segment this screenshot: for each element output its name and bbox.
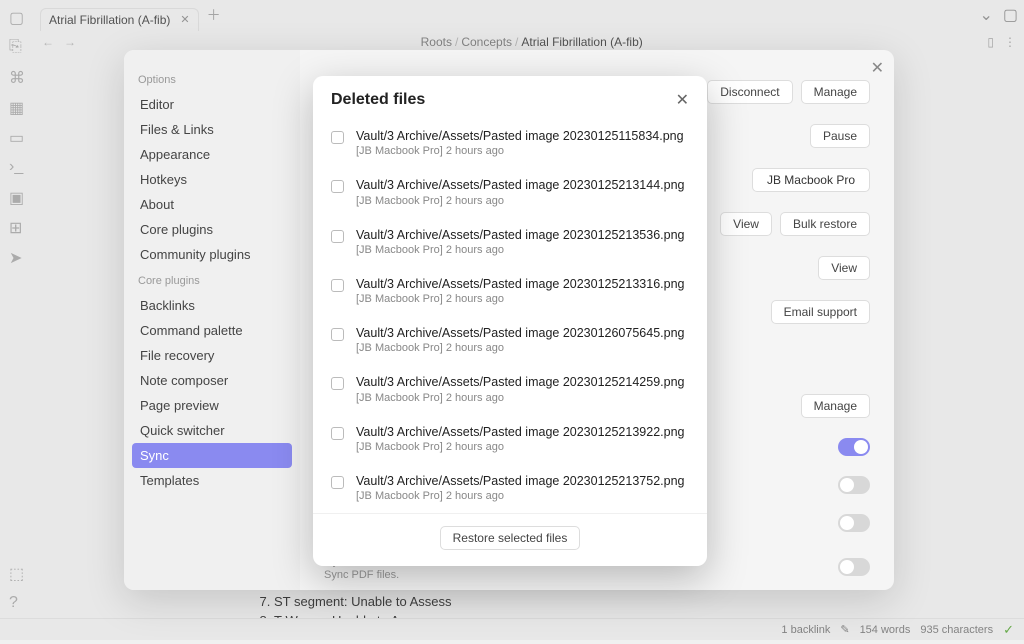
deleted-file-row[interactable]: Vault/3 Archive/Assets/Pasted image 2023… — [331, 366, 689, 415]
settings-sidebar: Options EditorFiles & LinksAppearanceHot… — [124, 50, 300, 590]
deleted-file-path: Vault/3 Archive/Assets/Pasted image 2023… — [356, 473, 684, 489]
toggle-3[interactable] — [838, 514, 870, 532]
device-name: JB Macbook Pro — [752, 168, 870, 192]
disconnect-button[interactable]: Disconnect — [707, 80, 792, 104]
checkbox[interactable] — [331, 377, 344, 390]
deleted-file-meta: [JB Macbook Pro] 2 hours ago — [356, 293, 684, 305]
toggle-2[interactable] — [838, 476, 870, 494]
checkbox[interactable] — [331, 180, 344, 193]
view-button[interactable]: View — [720, 212, 772, 236]
group-label-core: Core plugins — [132, 267, 292, 293]
checkbox[interactable] — [331, 131, 344, 144]
deleted-files-modal: Deleted files ✕ Vault/3 Archive/Assets/P… — [313, 76, 707, 566]
deleted-file-meta: [JB Macbook Pro] 2 hours ago — [356, 392, 684, 404]
sidebar-item-community-plugins[interactable]: Community plugins — [132, 242, 292, 267]
deleted-file-path: Vault/3 Archive/Assets/Pasted image 2023… — [356, 128, 684, 144]
deleted-files-list[interactable]: Vault/3 Archive/Assets/Pasted image 2023… — [313, 120, 707, 513]
deleted-file-row[interactable]: Vault/3 Archive/Assets/Pasted image 2023… — [331, 317, 689, 366]
deleted-file-path: Vault/3 Archive/Assets/Pasted image 2023… — [356, 424, 684, 440]
checkbox[interactable] — [331, 230, 344, 243]
restore-selected-button[interactable]: Restore selected files — [440, 526, 581, 550]
view-button-2[interactable]: View — [818, 256, 870, 280]
deleted-file-path: Vault/3 Archive/Assets/Pasted image 2023… — [356, 177, 684, 193]
email-support-button[interactable]: Email support — [771, 300, 870, 324]
deleted-file-meta: [JB Macbook Pro] 2 hours ago — [356, 195, 684, 207]
sidebar-item-sync[interactable]: Sync — [132, 443, 292, 468]
deleted-file-row[interactable]: Vault/3 Archive/Assets/Pasted image 2023… — [331, 169, 689, 218]
sidebar-item-quick-switcher[interactable]: Quick switcher — [132, 418, 292, 443]
bulk-restore-button[interactable]: Bulk restore — [780, 212, 870, 236]
sidebar-item-templates[interactable]: Templates — [132, 468, 292, 493]
deleted-file-path: Vault/3 Archive/Assets/Pasted image 2023… — [356, 227, 684, 243]
deleted-file-meta: [JB Macbook Pro] 2 hours ago — [356, 244, 684, 256]
deleted-file-meta: [JB Macbook Pro] 2 hours ago — [356, 145, 684, 157]
sidebar-item-hotkeys[interactable]: Hotkeys — [132, 167, 292, 192]
sidebar-item-files-links[interactable]: Files & Links — [132, 117, 292, 142]
group-label-options: Options — [132, 66, 292, 92]
toggle-sync-pdfs[interactable] — [838, 558, 870, 576]
sidebar-item-editor[interactable]: Editor — [132, 92, 292, 117]
deleted-file-path: Vault/3 Archive/Assets/Pasted image 2023… — [356, 374, 684, 390]
deleted-file-meta: [JB Macbook Pro] 2 hours ago — [356, 441, 684, 453]
deleted-file-row[interactable]: Vault/3 Archive/Assets/Pasted image 2023… — [331, 268, 689, 317]
sidebar-item-page-preview[interactable]: Page preview — [132, 393, 292, 418]
sidebar-item-core-plugins[interactable]: Core plugins — [132, 217, 292, 242]
close-icon[interactable]: ✕ — [676, 90, 689, 110]
checkbox[interactable] — [331, 427, 344, 440]
deleted-file-row[interactable]: Vault/3 Archive/Assets/Pasted image 2023… — [331, 219, 689, 268]
checkbox[interactable] — [331, 279, 344, 292]
deleted-file-meta: [JB Macbook Pro] 2 hours ago — [356, 490, 684, 502]
manage-button[interactable]: Manage — [801, 80, 870, 104]
deleted-file-path: Vault/3 Archive/Assets/Pasted image 2023… — [356, 325, 684, 341]
sync-pdfs-sub: Sync PDF files. — [324, 569, 838, 581]
sidebar-item-about[interactable]: About — [132, 192, 292, 217]
deleted-file-row[interactable]: Vault/3 Archive/Assets/Pasted image 2023… — [331, 120, 689, 169]
manage-button-2[interactable]: Manage — [801, 394, 870, 418]
modal-title: Deleted files — [331, 91, 425, 109]
toggle-1[interactable] — [838, 438, 870, 456]
sidebar-item-file-recovery[interactable]: File recovery — [132, 343, 292, 368]
deleted-file-path: Vault/3 Archive/Assets/Pasted image 2023… — [356, 276, 684, 292]
deleted-file-meta: [JB Macbook Pro] 2 hours ago — [356, 342, 684, 354]
deleted-file-row[interactable]: Vault/3 Archive/Assets/Pasted image 2023… — [331, 416, 689, 465]
sidebar-item-appearance[interactable]: Appearance — [132, 142, 292, 167]
checkbox[interactable] — [331, 476, 344, 489]
sidebar-item-note-composer[interactable]: Note composer — [132, 368, 292, 393]
checkbox[interactable] — [331, 328, 344, 341]
deleted-file-row[interactable]: Vault/3 Archive/Assets/Pasted image 2023… — [331, 465, 689, 513]
pause-button[interactable]: Pause — [810, 124, 870, 148]
sidebar-item-command-palette[interactable]: Command palette — [132, 318, 292, 343]
sidebar-item-backlinks[interactable]: Backlinks — [132, 293, 292, 318]
